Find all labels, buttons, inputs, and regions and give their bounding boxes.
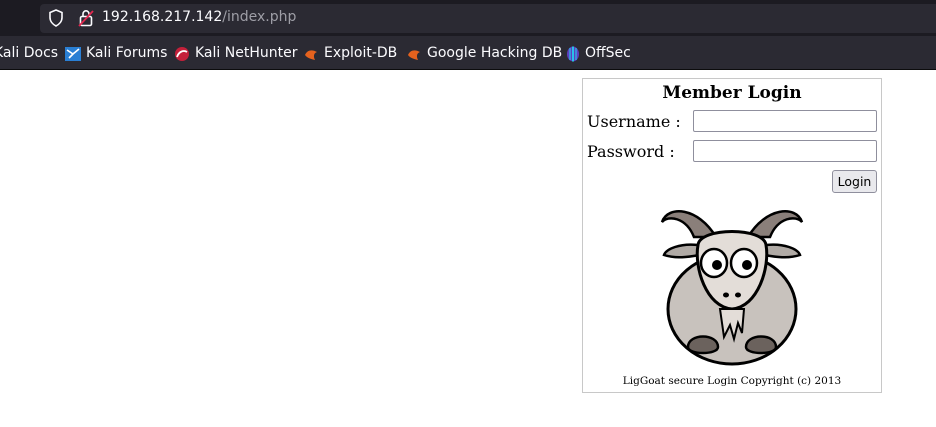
password-input[interactable] [693, 140, 877, 162]
ghdb-icon [408, 50, 420, 60]
bookmark-exploit-db[interactable]: Exploit-DB [324, 45, 397, 61]
username-label: Username : [587, 112, 681, 131]
bookmark-kali-nethunter[interactable]: Kali NetHunter [195, 45, 297, 61]
bookmark-kali-docs[interactable]: Kali Docs [0, 45, 58, 61]
nethunter-icon [175, 47, 189, 61]
shield-icon[interactable] [48, 9, 64, 27]
bookmark-offsec[interactable]: OffSec [585, 45, 631, 61]
exploit-db-icon [305, 50, 317, 60]
goat-mascot-image [660, 210, 804, 366]
login-button[interactable]: Login [832, 170, 877, 193]
kali-forums-icon [65, 47, 81, 61]
username-input[interactable] [693, 110, 877, 132]
bookmark-google-hacking-db[interactable]: Google Hacking DB [427, 45, 562, 61]
bookmark-kali-forums[interactable]: Kali Forums [86, 45, 167, 61]
login-title: Member Login [662, 83, 802, 103]
login-panel: Member Login Username : Password : Login… [582, 78, 882, 393]
bookmarks-toolbar: Kali Docs Kali Forums Kali NetHunter Exp… [0, 36, 936, 70]
insecure-lock-icon[interactable] [78, 9, 94, 27]
url-path: /index.php [222, 9, 297, 25]
browser-toolbar: 192.168.217.142/index.php [0, 0, 936, 36]
offsec-icon [567, 46, 579, 62]
password-label: Password : [587, 142, 675, 161]
copyright-footer: LigGoat secure Login Copyright (c) 2013 [622, 375, 842, 387]
url-host: 192.168.217.142 [102, 9, 223, 25]
url-text[interactable]: 192.168.217.142/index.php [102, 9, 296, 25]
